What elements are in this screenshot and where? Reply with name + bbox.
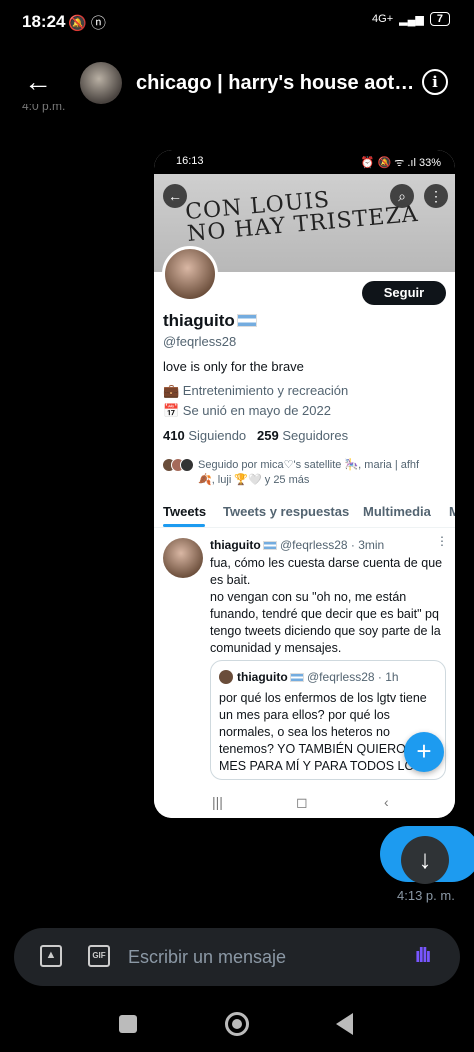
compose-tweet-icon: +	[404, 732, 444, 772]
tab-media: Multimedia	[363, 504, 431, 519]
back-icon: ←	[163, 184, 187, 208]
home-icon: ◻	[296, 794, 308, 810]
profile-handle: @feqrless28	[163, 334, 237, 349]
status-time: 18:24	[22, 12, 66, 31]
banner-graffiti: CON LOUIS NO HAY TRISTEZA	[184, 182, 419, 247]
profile-name: thiaguito	[163, 311, 257, 331]
back-icon[interactable]	[336, 1013, 353, 1035]
previous-message-time: 4:0 p.m.	[22, 104, 66, 113]
home-icon[interactable]	[225, 1012, 249, 1036]
tweet-header: thiaguito @feqrless28 · 3min	[210, 538, 384, 552]
profile-joined: 📅 Se unió en mayo de 2022	[163, 403, 331, 418]
back-arrow-icon[interactable]: ←	[24, 66, 52, 98]
status-right: 4G+ ▂▄▆ 7	[372, 12, 450, 26]
voice-message-icon[interactable]: ıllı	[415, 945, 431, 968]
message-timestamp: 4:13 p. m.	[397, 888, 455, 903]
gif-icon[interactable]: GIF	[88, 945, 110, 967]
follow-counts: 410 Siguiendo 259 Seguidores	[163, 428, 348, 443]
following-label: Siguiendo	[188, 428, 247, 443]
following-count: 410	[163, 428, 185, 443]
profile-name-text: thiaguito	[163, 311, 235, 330]
profile-bio: love is only for the brave	[163, 359, 304, 374]
conversation-title[interactable]: chicago | harry's house aoty...	[136, 72, 420, 95]
quote-header: thiaguito @feqrless28 · 1h	[237, 670, 399, 684]
conversation-header: ← chicago | harry's house aoty... i	[0, 56, 474, 112]
profile-avatar	[162, 246, 218, 302]
profile-category: 💼 Entretenimiento y recreación	[163, 383, 349, 398]
system-navigation	[0, 1000, 474, 1052]
message-input[interactable]	[128, 942, 398, 972]
screenshot-time: 16:13	[176, 155, 204, 167]
tweet-author: thiaguito	[210, 538, 261, 552]
quote-author: thiaguito	[237, 670, 288, 684]
argentina-flag-icon	[236, 314, 257, 327]
back-icon: ‹	[384, 794, 389, 810]
recents-icon: |||	[212, 794, 223, 810]
followed-by-text: Seguido por mica♡'s satellite 🎠, maria |…	[198, 459, 420, 486]
battery-icon: 7	[429, 12, 450, 26]
followers-label: Seguidores	[282, 428, 349, 443]
network-indicator: 4G+	[372, 13, 394, 25]
image-icon[interactable]: ▲	[40, 945, 62, 967]
tab-tweets: Tweets	[163, 504, 207, 519]
search-icon: ⌕	[390, 184, 414, 208]
screenshot-nav-bar: ||| ◻ ‹	[154, 788, 455, 818]
tab-likes: M	[449, 504, 455, 519]
scroll-down-icon[interactable]: ↓	[401, 836, 449, 884]
recent-apps-icon[interactable]	[119, 1015, 137, 1033]
more-icon: ⋮	[424, 184, 448, 208]
screenshot-status-bar: 16:13 ⏰ 🔕 ᯤ .ıl 33%	[154, 150, 455, 174]
tweet-avatar	[163, 538, 203, 578]
info-icon[interactable]: i	[422, 69, 448, 95]
conversation-avatar[interactable]	[80, 62, 122, 104]
shared-screenshot-image[interactable]: 16:13 ⏰ 🔕 ᯤ .ıl 33% CON LOUIS NO HAY TRI…	[154, 150, 455, 818]
status-bar: 18:24 🔕 ⓝ 4G+ ▂▄▆ 7	[0, 0, 474, 46]
tweet-more-icon: ⋮	[436, 534, 448, 548]
notification-icons: 🔕 ⓝ	[68, 15, 106, 32]
profile-tabs: Tweets Tweets y respuestas Multimedia M	[154, 498, 455, 528]
tab-tweets-replies: Tweets y respuestas	[223, 504, 350, 519]
screenshot-status-icons: ⏰ 🔕 ᯤ .ıl 33%	[360, 157, 441, 169]
followers-count: 259	[257, 428, 279, 443]
argentina-flag-icon	[262, 541, 277, 550]
message-composer: ▲ GIF ıllı	[14, 928, 460, 986]
active-tab-indicator	[163, 524, 205, 527]
followed-by: Seguido por mica♡'s satellite 🎠, maria |…	[162, 458, 419, 486]
tweet-text: fua, cómo les cuesta darse cuenta de que…	[210, 556, 443, 655]
signal-icon: ▂▄▆	[399, 13, 424, 26]
quote-handle-time: @feqrless28 · 1h	[307, 670, 399, 684]
argentina-flag-icon	[289, 673, 304, 682]
follow-button: Seguir	[362, 281, 446, 305]
quote-avatar	[219, 670, 233, 684]
tweet-handle-time: @feqrless28 · 3min	[280, 538, 385, 552]
mini-avatar	[180, 458, 194, 473]
